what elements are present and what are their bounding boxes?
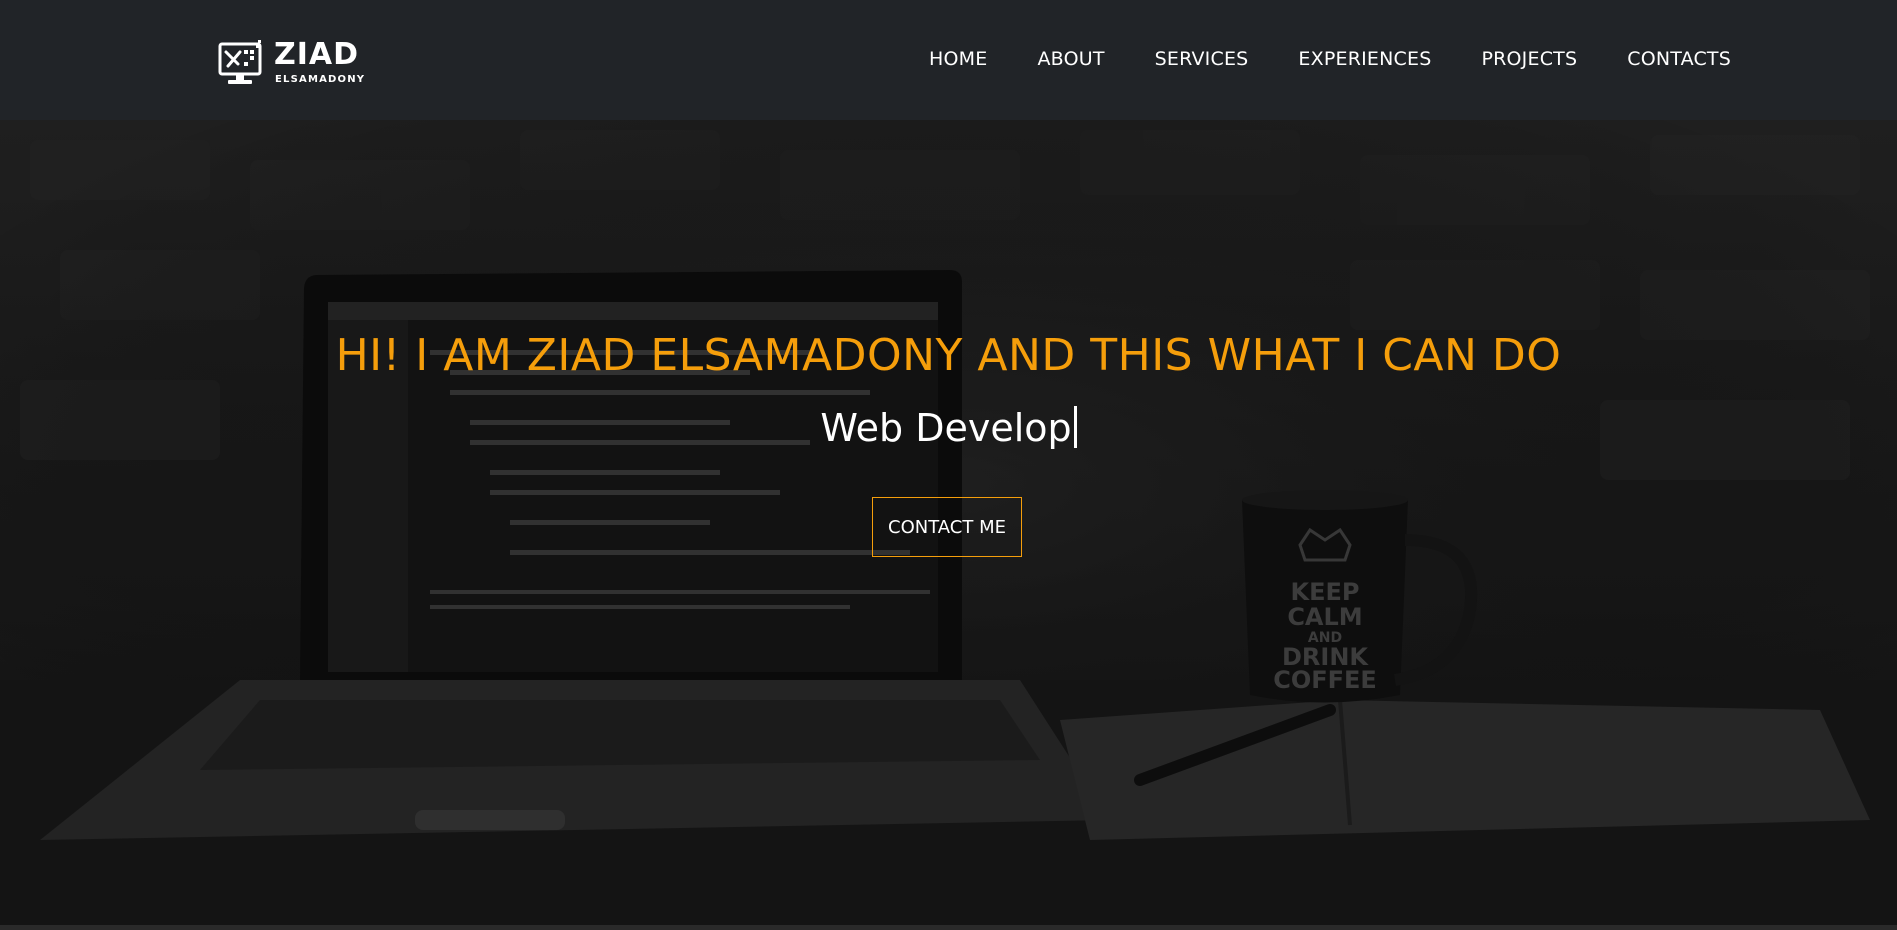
- navbar: ZIAD ELSAMADONY HOME ABOUT SERVICES EXPE…: [0, 0, 1897, 120]
- computer-tools-logo-icon: [218, 40, 262, 84]
- nav-about[interactable]: ABOUT: [1037, 48, 1104, 70]
- typing-cursor: [1073, 406, 1077, 448]
- nav-projects[interactable]: PROJECTS: [1481, 48, 1577, 70]
- hero-typed-line: Web Develop: [0, 406, 1897, 450]
- typed-text: Web Develop: [820, 406, 1072, 450]
- page-bottom-edge: [0, 925, 1897, 930]
- logo[interactable]: ZIAD ELSAMADONY: [218, 38, 368, 88]
- hero-headline: HI! I AM ZIAD ELSAMADONY AND THIS WHAT I…: [335, 330, 1562, 381]
- nav-contacts[interactable]: CONTACTS: [1627, 48, 1731, 70]
- hero-content: HI! I AM ZIAD ELSAMADONY AND THIS WHAT I…: [0, 120, 1897, 925]
- nav-services[interactable]: SERVICES: [1155, 48, 1249, 70]
- nav-experiences[interactable]: EXPERIENCES: [1298, 48, 1431, 70]
- main-nav: HOME ABOUT SERVICES EXPERIENCES PROJECTS…: [929, 48, 1731, 70]
- nav-home[interactable]: HOME: [929, 48, 987, 70]
- brand-subtitle: ELSAMADONY: [275, 74, 366, 85]
- hero-section: KEEP CALM AND DRINK COFFEE HI! I AM ZIAD…: [0, 120, 1897, 925]
- brand-name: ZIAD: [274, 37, 360, 72]
- contact-me-button[interactable]: CONTACT ME: [872, 497, 1022, 557]
